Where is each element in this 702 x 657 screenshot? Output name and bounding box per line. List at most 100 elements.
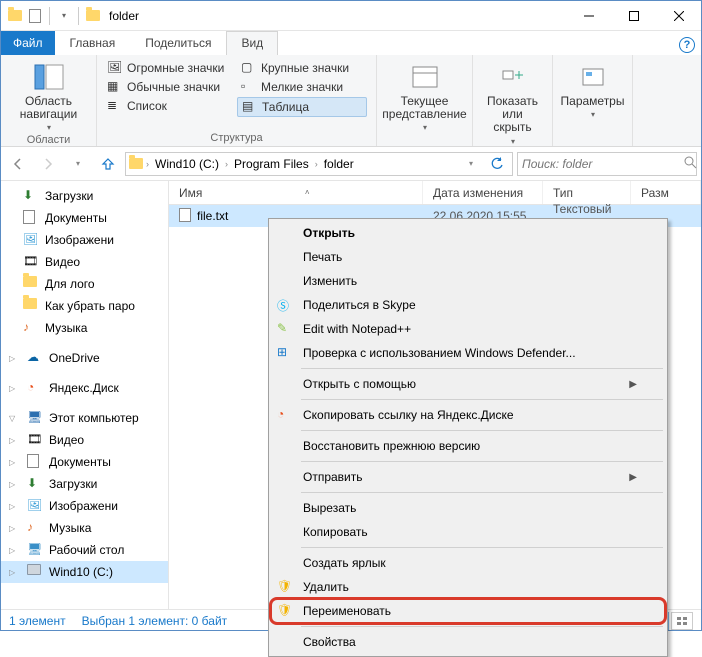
help-button[interactable]: ?: [679, 37, 695, 53]
sidebar-item-downloads[interactable]: ⬇Загрузки: [1, 185, 168, 207]
sidebar[interactable]: ⬇Загрузки Документы 🖼Изображени 🎞Видео Д…: [1, 181, 169, 609]
sidebar-item-pc-videos[interactable]: 🎞Видео: [1, 429, 168, 451]
ctx-skype[interactable]: ⓈПоделиться в Skype: [271, 293, 665, 317]
file-name: file.txt: [197, 209, 228, 223]
sort-indicator-icon: ˄: [305, 188, 310, 197]
skype-icon: Ⓢ: [277, 297, 293, 313]
small-icons-icon: ▫: [241, 79, 257, 95]
tab-share[interactable]: Поделиться: [130, 31, 226, 55]
sidebar-item-this-pc[interactable]: 🖥Этот компьютер: [1, 407, 168, 429]
sidebar-item-pc-downloads[interactable]: ⬇Загрузки: [1, 473, 168, 495]
sidebar-item-pc-documents[interactable]: Документы: [1, 451, 168, 473]
maximize-button[interactable]: [611, 1, 656, 30]
folder-icon: [23, 276, 39, 292]
sidebar-item-documents[interactable]: Документы: [1, 207, 168, 229]
sidebar-item-pc-desktop[interactable]: 🖥Рабочий стол: [1, 539, 168, 561]
sidebar-item-pc-disk[interactable]: Wind10 (C:): [1, 561, 168, 583]
col-type[interactable]: Тип: [543, 181, 631, 204]
ctx-restore[interactable]: Восстановить прежнюю версию: [271, 434, 665, 458]
large-icons-option[interactable]: ▢Крупные значки: [237, 59, 367, 77]
close-button[interactable]: [656, 1, 701, 30]
music-icon: ♪: [23, 320, 39, 336]
search-input[interactable]: [522, 157, 679, 171]
props-icon[interactable]: [27, 8, 43, 24]
recent-button[interactable]: ▾: [65, 151, 91, 177]
documents-icon: [27, 454, 43, 470]
folder-icon: [23, 298, 39, 314]
address-bar-row: ▾ › Wind10 (C:) › Program Files › folder…: [1, 147, 701, 181]
huge-icons-option[interactable]: 🖼Огромные значки: [103, 59, 233, 77]
txt-file-icon: [179, 208, 191, 225]
search-box[interactable]: [517, 152, 697, 176]
ctx-defender[interactable]: ⊞Проверка с использованием Windows Defen…: [271, 341, 665, 365]
col-date[interactable]: Дата изменения: [423, 181, 543, 204]
ctx-open[interactable]: Открыть: [271, 221, 665, 245]
ctx-send-to[interactable]: Отправить▶: [271, 465, 665, 489]
sidebar-item-videos[interactable]: 🎞Видео: [1, 251, 168, 273]
back-button[interactable]: [5, 151, 31, 177]
downloads-icon: ⬇: [27, 476, 43, 492]
context-menu: Открыть Печать Изменить ⓈПоделиться в Sk…: [268, 218, 668, 657]
ribbon: Область навигации▾ Области 🖼Огромные зна…: [1, 55, 701, 147]
up-button[interactable]: [95, 151, 121, 177]
ctx-properties[interactable]: Свойства: [271, 630, 665, 654]
sidebar-item-pc-pictures[interactable]: 🖼Изображени: [1, 495, 168, 517]
current-view-button[interactable]: Текущее представление▾: [378, 59, 470, 134]
addr-dropdown-icon[interactable]: ▾: [458, 151, 484, 177]
search-icon: [683, 155, 697, 172]
tab-file[interactable]: Файл: [1, 31, 55, 55]
ctx-delete[interactable]: 🛡Удалить: [271, 575, 665, 599]
sidebar-item-pc-music[interactable]: ♪Музыка: [1, 517, 168, 539]
notepad-icon: ✎: [277, 321, 293, 337]
status-selected: Выбран 1 элемент: 0 байт: [82, 614, 228, 628]
ctx-rename[interactable]: 🛡Переименовать: [271, 599, 665, 623]
table-option[interactable]: ▤Таблица: [237, 97, 367, 117]
small-icons-option[interactable]: ▫Мелкие значки: [237, 78, 367, 96]
breadcrumb-seg-2[interactable]: folder: [320, 157, 358, 171]
qat-dropdown-icon[interactable]: ▾: [56, 8, 72, 24]
nav-pane-button[interactable]: Область навигации▾: [7, 59, 90, 134]
ctx-yandex-copy[interactable]: ◔Скопировать ссылку на Яндекс.Диске: [271, 403, 665, 427]
sidebar-item-for-logo[interactable]: Для лого: [1, 273, 168, 295]
col-name[interactable]: Имя˄: [169, 181, 423, 204]
options-icon: [577, 61, 609, 93]
defender-icon: ⊞: [277, 345, 293, 361]
window-folder-icon: [85, 8, 101, 24]
sidebar-item-onedrive[interactable]: ☁OneDrive: [1, 347, 168, 369]
addr-folder-icon: [128, 156, 144, 172]
sidebar-item-music[interactable]: ♪Музыка: [1, 317, 168, 339]
breadcrumb-seg-0[interactable]: Wind10 (C:): [151, 157, 223, 171]
nav-pane-icon: [33, 61, 65, 93]
sidebar-item-pictures[interactable]: 🖼Изображени: [1, 229, 168, 251]
minimize-button[interactable]: [566, 1, 611, 30]
ctx-open-with[interactable]: Открыть с помощью▶: [271, 372, 665, 396]
sidebar-item-how-remove[interactable]: Как убрать паро: [1, 295, 168, 317]
ctx-copy[interactable]: Копировать: [271, 520, 665, 544]
show-hide-button[interactable]: Показать или скрыть▾: [479, 59, 546, 148]
ctx-shortcut[interactable]: Создать ярлык: [271, 551, 665, 575]
sidebar-item-yandex[interactable]: ◔Яндекс.Диск: [1, 377, 168, 399]
window-title: folder: [109, 9, 139, 23]
ctx-print[interactable]: Печать: [271, 245, 665, 269]
normal-icons-option[interactable]: ▦Обычные значки: [103, 78, 233, 96]
forward-button[interactable]: [35, 151, 61, 177]
col-size[interactable]: Разм: [631, 181, 701, 204]
large-icons-icon: ▢: [241, 60, 257, 76]
options-button[interactable]: Параметры▾: [557, 59, 629, 121]
refresh-button[interactable]: [484, 151, 510, 177]
icons-view-button[interactable]: [671, 612, 693, 630]
breadcrumb-seg-1[interactable]: Program Files: [230, 157, 313, 171]
videos-icon: 🎞: [27, 432, 43, 448]
ctx-notepad[interactable]: ✎Edit with Notepad++: [271, 317, 665, 341]
tab-view[interactable]: Вид: [226, 31, 278, 55]
tab-home[interactable]: Главная: [55, 31, 131, 55]
show-hide-icon: [497, 61, 529, 93]
table-icon: ▤: [242, 99, 258, 115]
list-option[interactable]: ≣Список: [103, 97, 233, 115]
folder-icon: [7, 8, 23, 24]
ctx-edit[interactable]: Изменить: [271, 269, 665, 293]
address-bar[interactable]: › Wind10 (C:) › Program Files › folder ▾: [125, 152, 513, 176]
shield-icon: 🛡: [277, 579, 293, 595]
ctx-cut[interactable]: Вырезать: [271, 496, 665, 520]
ribbon-group-areas-label: Области: [7, 134, 90, 148]
